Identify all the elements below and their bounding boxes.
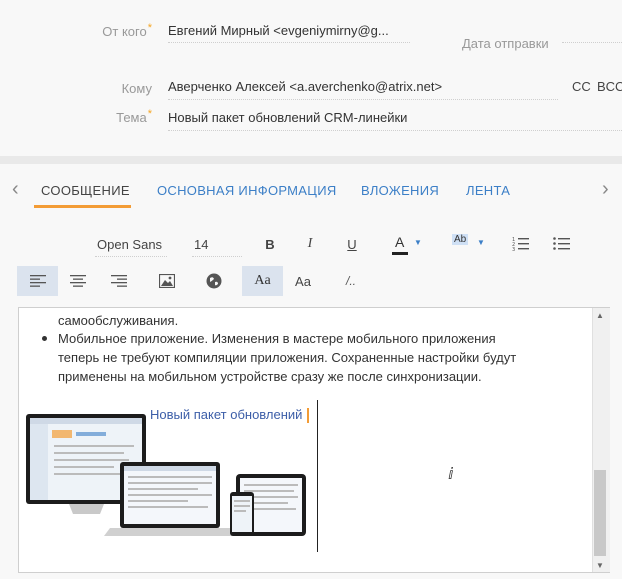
- bg-color-glyph: Ab: [452, 234, 469, 245]
- image-icon: [159, 274, 175, 288]
- bold-button[interactable]: B: [258, 232, 282, 256]
- font-size-select[interactable]: 14: [194, 237, 208, 252]
- bcc-button[interactable]: BCC: [597, 79, 622, 94]
- text-cursor-icon: ⅈ: [448, 466, 454, 483]
- font-family-underline: [95, 256, 167, 257]
- from-field[interactable]: Евгений Мирный <evgeniymirny@g...: [168, 23, 408, 38]
- banner-vertical-rule: [317, 400, 318, 552]
- from-underline: [168, 42, 410, 43]
- tab-feed[interactable]: ЛЕНТА: [466, 183, 510, 198]
- insert-link-button[interactable]: [199, 266, 229, 296]
- tab-scroll-right-icon[interactable]: ›: [602, 178, 609, 201]
- align-left-button[interactable]: [17, 266, 58, 296]
- banner-image: Новый пакет обновлений: [24, 400, 320, 556]
- tab-attachments[interactable]: ВЛОЖЕНИЯ: [361, 183, 439, 198]
- send-date-field[interactable]: [562, 42, 622, 43]
- clear-format-button[interactable]: /..: [336, 266, 366, 296]
- svg-text:3: 3: [512, 247, 515, 252]
- active-tab-indicator: [34, 205, 131, 208]
- scroll-down-icon[interactable]: ▼: [596, 561, 604, 570]
- editor-bullet-line-1: Мобильное приложение. Изменения в мастер…: [58, 331, 496, 346]
- align-center-icon: [70, 275, 86, 287]
- font-size-underline: [192, 256, 242, 257]
- editor-bullet-line-3: применены на мобильном устройстве сразу …: [58, 369, 482, 384]
- subject-underline: [168, 130, 622, 131]
- tab-message[interactable]: СООБЩЕНИЕ: [41, 183, 130, 198]
- scroll-up-icon[interactable]: ▲: [596, 311, 604, 320]
- subject-label: Тема*: [116, 108, 152, 125]
- subject-field[interactable]: Новый пакет обновлений CRM-линейки: [168, 110, 558, 125]
- italic-button[interactable]: I: [298, 232, 322, 256]
- align-right-button[interactable]: [104, 266, 134, 296]
- from-label: От кого*: [102, 22, 152, 39]
- editor-bullet-line-2: теперь не требуют компиляции приложения.…: [58, 350, 517, 365]
- devices-illustration: [26, 414, 306, 536]
- align-left-icon: [29, 275, 46, 287]
- bullet-dot: [42, 336, 47, 341]
- editor-partial-line: самообслуживания.: [58, 313, 179, 328]
- to-label: Кому: [121, 81, 152, 96]
- font-color-swatch: [392, 252, 408, 255]
- insert-image-button[interactable]: [152, 266, 182, 296]
- tab-scroll-left-icon[interactable]: ‹: [12, 178, 19, 201]
- numbered-list-icon[interactable]: 1 2 3: [512, 236, 530, 253]
- style-sans-button[interactable]: Aa: [288, 266, 318, 296]
- bg-color-button[interactable]: Ab ▼: [452, 234, 488, 256]
- send-date-label: Дата отправки: [462, 36, 549, 51]
- underline-button[interactable]: U: [340, 232, 364, 256]
- cc-button[interactable]: CC: [572, 79, 591, 94]
- section-divider: [0, 156, 622, 164]
- align-right-icon: [111, 275, 127, 287]
- tab-main-info[interactable]: ОСНОВНАЯ ИНФОРМАЦИЯ: [157, 183, 337, 198]
- to-field[interactable]: Аверченко Алексей <a.averchenko@atrix.ne…: [168, 79, 553, 94]
- font-color-button[interactable]: A ▼: [392, 234, 426, 256]
- font-color-glyph: A: [395, 234, 405, 250]
- align-center-button[interactable]: [63, 266, 93, 296]
- style-serif-button[interactable]: Aa: [242, 266, 283, 296]
- font-family-select[interactable]: Open Sans: [97, 237, 162, 252]
- font-color-dropdown-icon: ▼: [414, 238, 422, 247]
- scrollbar-thumb[interactable]: [594, 470, 606, 556]
- bullet-list-icon[interactable]: [553, 236, 571, 252]
- globe-icon: [206, 273, 222, 289]
- bg-color-dropdown-icon: ▼: [477, 238, 485, 247]
- to-underline: [168, 99, 558, 100]
